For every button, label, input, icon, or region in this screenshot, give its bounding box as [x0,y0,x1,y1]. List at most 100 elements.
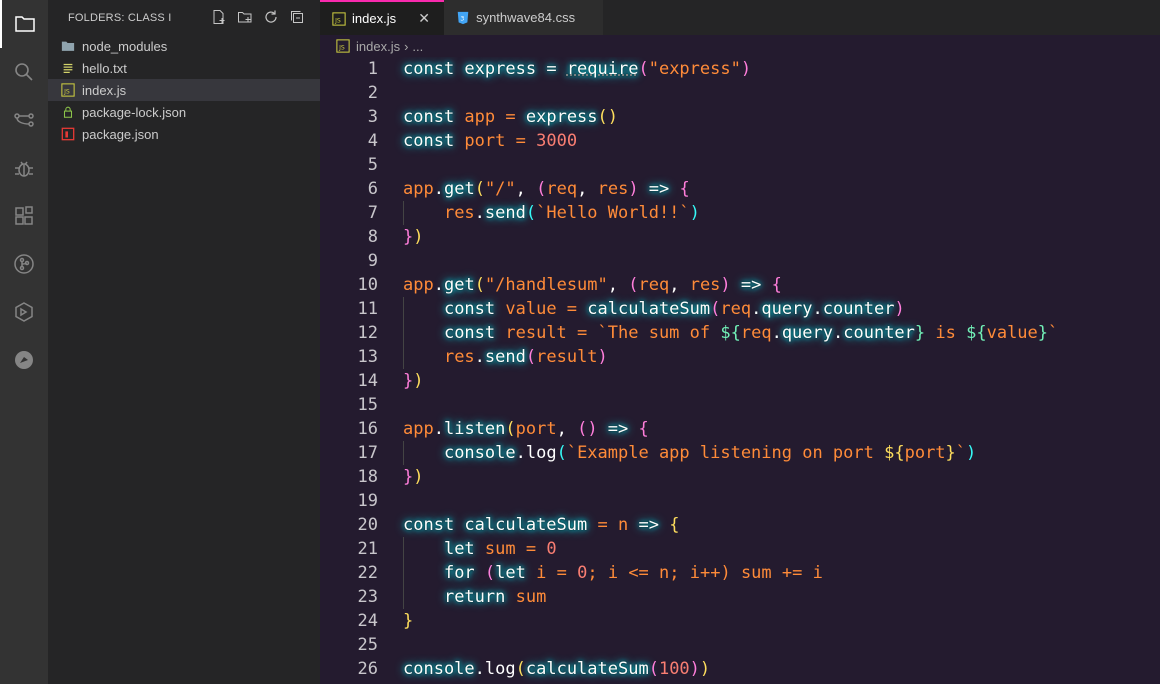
new-file-icon[interactable] [210,8,228,26]
token: const [403,59,455,79]
token: is [925,323,967,343]
token: => [638,179,680,199]
code-line: 16 app.listen(port, () => { [320,417,1160,441]
token: { [679,179,690,199]
code-line: 3 const app = express() [320,105,1160,129]
npm-json-icon [60,126,76,142]
token: ) [413,227,424,247]
collapse-all-icon[interactable] [288,8,306,26]
extensions-icon[interactable] [0,192,48,240]
token: const [443,299,496,319]
refresh-icon[interactable] [262,8,280,26]
token: req [740,323,772,343]
tab-index-js[interactable]: JS index.js ✕ [320,0,445,35]
breadcrumb-separator: › [404,38,409,54]
git-graph-icon[interactable] [0,240,48,288]
tree-item-hello-txt[interactable]: hello.txt [48,57,320,79]
remote-explorer-icon[interactable] [0,288,48,336]
token: } [914,323,926,343]
tree-item-node-modules[interactable]: node_modules [48,35,320,57]
token: const [403,107,455,127]
token: ++ [699,563,721,583]
tree-item-index-js[interactable]: JS index.js [48,79,320,101]
token: listen [443,419,506,439]
token: = [577,323,588,343]
token: const [403,515,455,535]
code-line: 6 app.get("/", (req, res) => { [320,177,1160,201]
token: . [474,659,485,679]
token: console [403,659,475,679]
code-line: 18 }) [320,465,1160,489]
token: for [443,563,475,583]
code-line: 19 [320,489,1160,513]
tab-synthwave84-css[interactable]: 3 synthwave84.css [444,0,604,35]
token: ) [413,467,424,487]
token: = [556,563,567,583]
token: calculateSum [525,659,649,679]
code-editor[interactable]: 1 const express = require("express") 2 3… [320,57,1160,684]
token: . [515,443,526,463]
token: express [525,107,598,127]
token: => [628,515,670,535]
code-line: 26 console.log(calculateSum(100)) [320,657,1160,681]
search-icon[interactable] [0,48,48,96]
token: `Hello World!!` [536,203,690,223]
token: ( [628,275,639,295]
token: calculateSum [587,299,711,319]
breadcrumb-file[interactable]: index.js [356,39,400,54]
new-folder-icon[interactable] [236,8,254,26]
code-line: 4 const port = 3000 [320,129,1160,153]
token: } [1037,323,1049,343]
lock-json-icon [60,104,76,120]
live-share-icon[interactable] [0,336,48,384]
source-control-icon[interactable] [0,96,48,144]
token: counter [843,323,915,343]
explorer-icon[interactable] [0,0,48,48]
line-number: 6 [367,179,378,199]
line-number: 11 [357,299,378,319]
token: express [454,59,547,79]
line-number: 10 [357,275,378,295]
token: port [454,131,516,151]
close-icon[interactable]: ✕ [416,10,432,27]
line-number: 8 [367,227,378,247]
token: query [781,323,833,343]
line-number: 23 [357,587,378,607]
token: app [403,275,434,295]
token: app [403,419,434,439]
token: . [433,179,444,199]
token: . [833,323,844,343]
code-line: 23 return sum [320,585,1160,609]
token: 0 [577,563,588,583]
token: `Example app listening on port [566,443,885,463]
token: { [638,419,649,439]
code-line: 11 const value = calculateSum(req.query.… [320,297,1160,321]
editor-area: JS index.js ✕ 3 synthwave84.css JS index… [320,0,1160,684]
token: () [597,107,619,127]
token: n; i [648,563,700,583]
token: ) [597,347,608,367]
code-line: 5 [320,153,1160,177]
token: port [515,419,557,439]
tree-item-label: hello.txt [82,60,127,76]
line-number: 25 [357,635,378,655]
activity-bar [0,0,48,684]
token: ; i [587,563,629,583]
token: <= [628,563,649,583]
token: res [597,179,629,199]
debug-icon[interactable] [0,144,48,192]
token: console [443,443,516,463]
line-number: 22 [357,563,378,583]
tree-item-label: index.js [82,82,127,98]
breadcrumb-more[interactable]: ... [412,39,423,54]
line-number: 1 [367,59,378,79]
token: require [566,59,639,79]
tree-item-package-lock-json[interactable]: package-lock.json [48,101,320,123]
tree-item-package-json[interactable]: package.json [48,123,320,145]
token: = [546,59,557,79]
token: i [802,563,823,583]
token: ` [955,443,967,463]
explorer-header: FOLDERS: CLASS I [48,0,320,35]
